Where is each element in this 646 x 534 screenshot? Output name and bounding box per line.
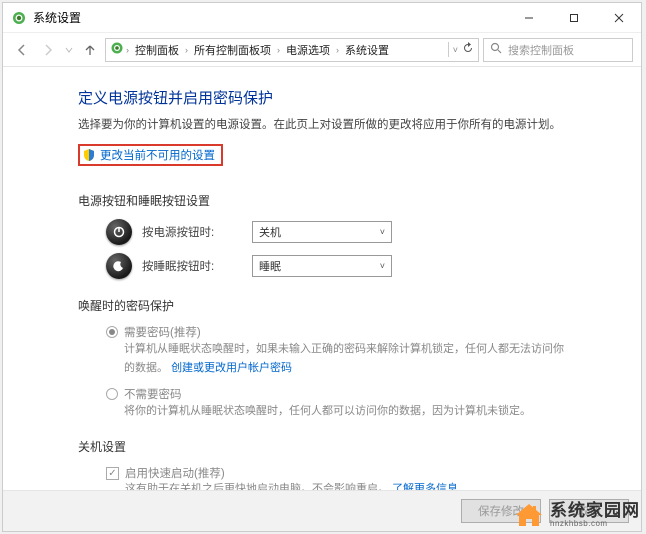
minimize-button[interactable] [506,4,551,32]
radio-require-row[interactable]: 需要密码(推荐) [106,324,605,340]
chevron-down-icon: ˅ [380,261,385,271]
power-button-label: 按电源按钮时: [142,224,242,240]
breadcrumb-item[interactable]: 电源选项 [282,42,334,58]
app-icon [11,10,27,26]
radio-no-password: 不需要密码 将你的计算机从睡眠状态唤醒时，任何人都可以访问你的数据，因为计算机未… [106,386,605,421]
search-icon [490,42,502,57]
sleep-button-row: 按睡眠按钮时: 睡眠 ˅ [106,253,605,279]
chevron-right-icon: › [185,45,188,55]
chevron-down-icon[interactable]: ˅ [453,45,458,55]
recent-dropdown[interactable] [63,39,75,61]
search-placeholder: 搜索控制面板 [508,42,574,58]
watermark-text: 系统家园网 hnzkhbsb.com [550,502,640,528]
check-label: 启用快速启动(推荐) [125,465,225,481]
breadcrumb-icon [110,41,124,58]
check-fast-startup: ✓ 启用快速启动(推荐) 这有助于在关机之后更快地启动电脑。不会影响重启。 了解… [106,465,605,490]
check-desc: 这有助于在关机之后更快地启动电脑。不会影响重启。 了解更多信息 [125,481,605,490]
sleep-icon [106,253,132,279]
radio-require-password: 需要密码(推荐) 计算机从睡眠状态唤醒时，如果未输入正确的密码来解除计算机锁定，… [106,324,605,377]
check-row[interactable]: ✓ 启用快速启动(推荐) [106,465,605,481]
section-heading-wake: 唤醒时的密码保护 [78,297,605,314]
sleep-button-label: 按睡眠按钮时: [142,258,242,274]
window-controls [506,4,641,32]
select-value: 睡眠 [259,258,281,274]
up-button[interactable] [79,39,101,61]
select-value: 关机 [259,224,281,240]
chevron-right-icon: › [336,45,339,55]
radio-button-checked [106,326,118,338]
power-button-row: 按电源按钮时: 关机 ˅ [106,219,605,245]
checkbox-checked: ✓ [106,467,119,480]
chevron-right-icon: › [126,45,129,55]
change-unavailable-settings-link[interactable]: 更改当前不可用的设置 [100,147,215,163]
watermark-name: 系统家园网 [550,502,640,520]
maximize-button[interactable] [551,4,596,32]
main-content: 定义电源按钮并启用密码保护 选择要为你的计算机设置的电源设置。在此页上对设置所做… [3,67,641,490]
sleep-button-select[interactable]: 睡眠 ˅ [252,255,392,277]
section-heading-shutdown: 关机设置 [78,438,605,455]
page-heading: 定义电源按钮并启用密码保护 [78,87,605,108]
breadcrumb[interactable]: › 控制面板 › 所有控制面板项 › 电源选项 › 系统设置 ˅ [105,38,479,62]
window: 系统设置 › [2,2,642,532]
chevron-down-icon: ˅ [380,227,385,237]
radio-label: 需要密码(推荐) [124,324,201,340]
section-heading-buttons: 电源按钮和睡眠按钮设置 [78,192,605,209]
watermark-domain: hnzkhbsb.com [550,520,640,528]
chevron-right-icon: › [277,45,280,55]
close-button[interactable] [596,4,641,32]
radio-no-desc: 将你的计算机从睡眠状态唤醒时，任何人都可以访问你的数据，因为计算机未锁定。 [124,402,564,421]
radio-require-desc: 计算机从睡眠状态唤醒时，如果未输入正确的密码来解除计算机锁定，任何人都无法访问你… [124,340,564,377]
power-icon [106,219,132,245]
breadcrumb-item[interactable]: 系统设置 [341,42,393,58]
refresh-icon[interactable] [462,42,474,57]
power-button-select[interactable]: 关机 ˅ [252,221,392,243]
page-description: 选择要为你的计算机设置的电源设置。在此页上对设置所做的更改将应用于你所有的电源计… [78,116,605,134]
window-title: 系统设置 [33,9,506,26]
watermark: 系统家园网 hnzkhbsb.com [514,502,640,528]
admin-link-highlight: 更改当前不可用的设置 [78,144,223,166]
back-button[interactable] [11,39,33,61]
house-icon [514,502,544,528]
radio-no-row[interactable]: 不需要密码 [106,386,605,402]
navbar: › 控制面板 › 所有控制面板项 › 电源选项 › 系统设置 ˅ 搜索控制面板 [3,33,641,67]
radio-button-unchecked [106,388,118,400]
breadcrumb-item[interactable]: 所有控制面板项 [190,42,275,58]
radio-label: 不需要密码 [124,386,182,402]
forward-button[interactable] [37,39,59,61]
create-password-link[interactable]: 创建或更改用户帐户密码 [171,362,292,374]
search-input[interactable]: 搜索控制面板 [483,38,633,62]
breadcrumb-item[interactable]: 控制面板 [131,42,183,58]
titlebar: 系统设置 [3,3,641,33]
shield-icon [82,148,96,162]
